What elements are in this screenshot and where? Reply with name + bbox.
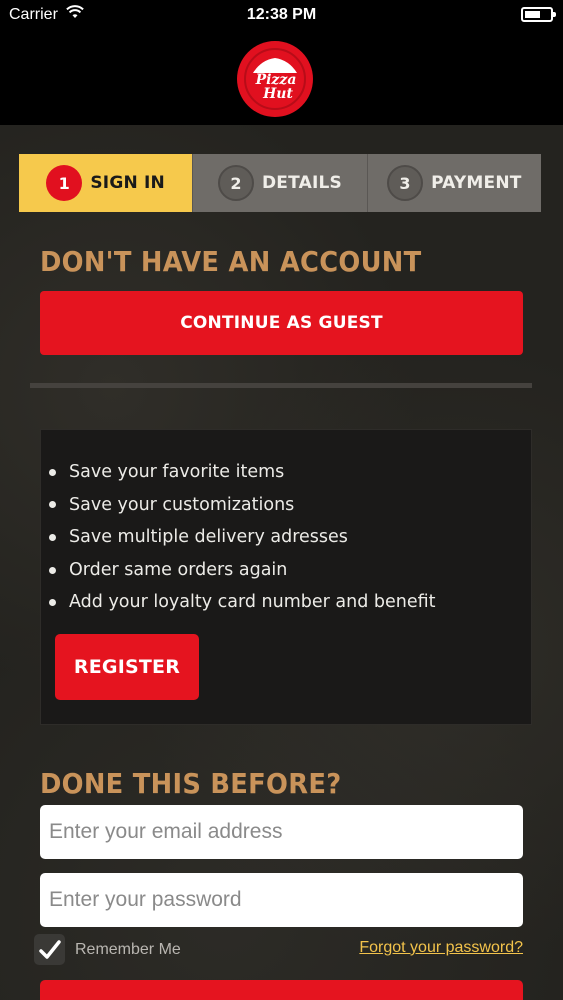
remember-me-control[interactable]: Remember Me: [34, 934, 181, 965]
checkout-steps: 1 SIGN IN 2 DETAILS 3 PAYMENT: [19, 154, 541, 212]
clock: 12:38 PM: [246, 6, 317, 23]
benefit-text: Add your loyalty card number and benefit: [69, 592, 436, 613]
password-input[interactable]: [40, 873, 523, 927]
step-details[interactable]: 2 DETAILS: [192, 154, 367, 212]
benefit-item: Order same orders again: [49, 554, 436, 587]
section-divider: [30, 383, 532, 388]
sign-in-button[interactable]: [40, 980, 523, 1000]
battery-icon: [521, 7, 556, 22]
remember-me-label: Remember Me: [75, 940, 181, 958]
step-number: 1: [46, 165, 83, 201]
status-bar: Carrier 12:38 PM: [0, 0, 563, 30]
step-number: 2: [218, 165, 254, 201]
benefit-item: Add your loyalty card number and benefit: [49, 586, 436, 619]
step-label: SIGN IN: [90, 173, 165, 193]
step-sign-in[interactable]: 1 SIGN IN: [19, 154, 193, 212]
benefit-text: Save your customizations: [69, 494, 295, 515]
logo-text-hut: Hut: [262, 86, 293, 102]
benefits-list: Save your favorite items Save your custo…: [49, 456, 436, 619]
login-section-title: DONE THIS BEFORE?: [40, 767, 342, 800]
benefit-text: Save your favorite items: [69, 462, 285, 482]
step-label: PAYMENT: [431, 173, 522, 193]
checkout-content: 1 SIGN IN 2 DETAILS 3 PAYMENT DON'T HAVE…: [0, 125, 563, 1000]
forgot-password-link[interactable]: Forgot your password?: [359, 939, 523, 957]
benefit-item: Save multiple delivery adresses: [49, 521, 436, 554]
bullet-icon: [49, 468, 56, 476]
guest-section-title: DON'T HAVE AN ACCOUNT: [40, 245, 422, 278]
remember-me-checkbox[interactable]: [34, 934, 65, 965]
pizza-hut-logo[interactable]: Pizza Hut: [236, 40, 314, 118]
step-payment[interactable]: 3 PAYMENT: [366, 154, 541, 212]
benefit-text: Order same orders again: [69, 559, 288, 580]
bullet-icon: [49, 566, 56, 574]
benefit-text: Save multiple delivery adresses: [69, 527, 348, 548]
benefit-item: Save your customizations: [49, 489, 436, 522]
register-button[interactable]: REGISTER: [55, 634, 199, 700]
bullet-icon: [49, 533, 56, 541]
benefit-item: Save your favorite items: [49, 456, 436, 489]
app-header: Pizza Hut: [0, 30, 563, 125]
checkmark-icon: [38, 939, 61, 959]
bullet-icon: [49, 599, 56, 607]
bullet-icon: [49, 501, 56, 509]
step-number: 3: [387, 165, 424, 201]
register-benefits-panel: Save your favorite items Save your custo…: [40, 429, 532, 725]
step-label: DETAILS: [262, 173, 342, 193]
email-input[interactable]: [40, 805, 523, 859]
continue-as-guest-button[interactable]: CONTINUE AS GUEST: [40, 291, 523, 355]
